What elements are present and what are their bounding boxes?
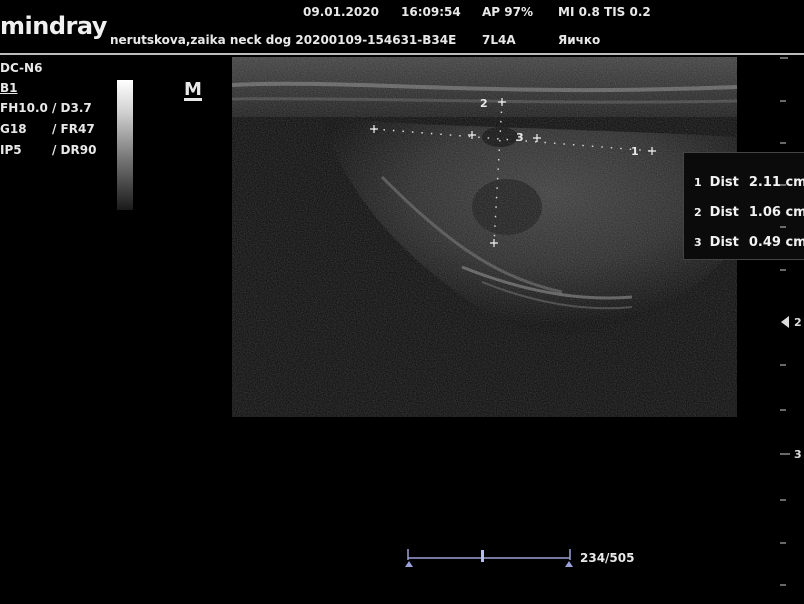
focus-marker-icon[interactable] — [781, 316, 789, 328]
measurement-label: Dist — [709, 235, 739, 250]
depth-ruler — [780, 57, 790, 586]
b-mode-label: B1 — [0, 81, 18, 95]
depth-label-2: 2 — [794, 316, 802, 329]
patient-info: nerutskova,zaika neck dog 20200109-15463… — [110, 33, 457, 47]
exam-date: 09.01.2020 — [303, 5, 379, 19]
measurement-label: Dist — [709, 175, 739, 190]
measurement-number: 2 — [694, 206, 702, 219]
measurement-number: 3 — [694, 236, 702, 249]
gray-scale-bar — [117, 80, 133, 210]
caliper-label-1: 1 — [631, 145, 639, 158]
mi-tis-index: MI 0.8 TIS 0.2 — [558, 5, 651, 19]
exam-preset: Яичко — [558, 33, 601, 47]
param-right-2: / DR90 — [52, 143, 97, 157]
param-right-1: / FR47 — [52, 122, 95, 136]
orientation-marker-m: M — [184, 79, 202, 101]
acoustic-power: AP 97% — [482, 5, 533, 19]
imaging-mode: DC-N6 — [0, 61, 43, 75]
param-left-1: G18 — [0, 122, 27, 136]
mindray-logo: mindray — [0, 12, 107, 40]
exam-time: 16:09:54 — [401, 5, 461, 19]
probe-name: 7L4A — [482, 33, 516, 47]
ultrasound-image[interactable] — [232, 57, 737, 417]
caliper-label-2: 2 — [480, 97, 488, 110]
cine-loop-scrollbar[interactable] — [405, 546, 573, 568]
param-left-0: FH10.0 — [0, 101, 48, 115]
param-right-0: / D3.7 — [52, 101, 92, 115]
measurement-number: 1 — [694, 176, 702, 189]
measurement-label: Dist — [709, 205, 739, 220]
caliper-label-3: 3 — [516, 131, 524, 144]
cine-end-marker-icon[interactable] — [565, 561, 573, 567]
depth-label-3: 3 — [794, 448, 802, 461]
cine-start-marker-icon[interactable] — [405, 561, 413, 567]
b-mode-text: B1 — [0, 81, 18, 95]
cine-frame-counter: 234/505 — [580, 551, 635, 565]
param-left-2: IP5 — [0, 143, 22, 157]
cine-position-handle[interactable] — [481, 550, 484, 562]
header-divider — [0, 53, 804, 55]
